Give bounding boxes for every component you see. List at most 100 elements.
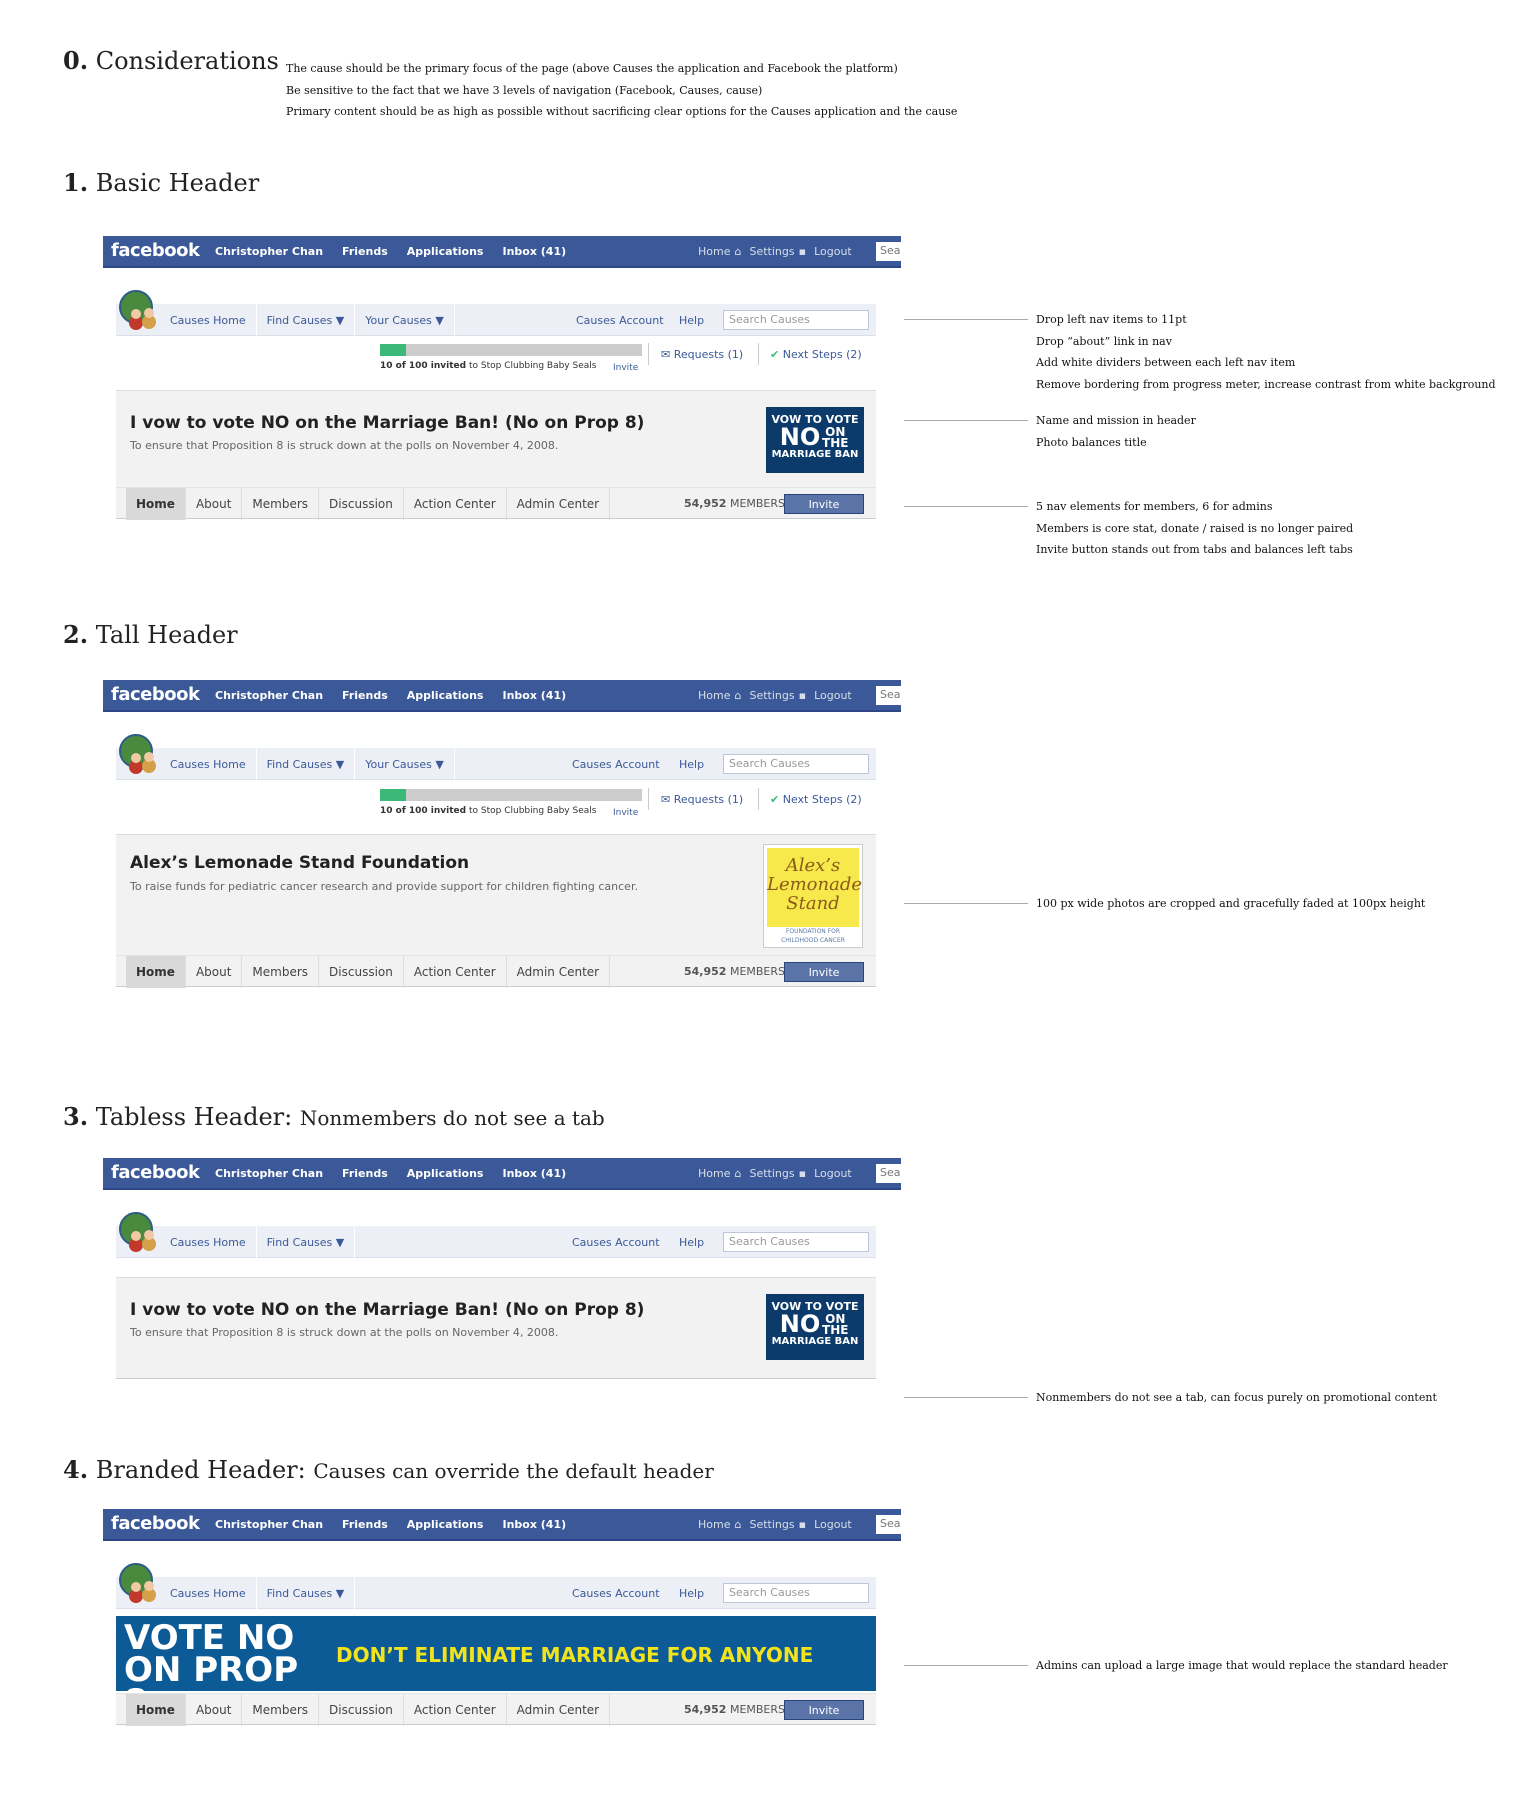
- fb-home-link[interactable]: Home: [698, 1167, 730, 1180]
- tab-about[interactable]: About: [186, 956, 243, 988]
- fb-logout-link[interactable]: Logout: [814, 689, 852, 702]
- fb-friends-link[interactable]: Friends: [342, 689, 388, 702]
- fb-applications-link[interactable]: Applications: [407, 1518, 484, 1531]
- fb-profile-link[interactable]: Christopher Chan: [215, 689, 323, 702]
- requests-label: Requests (1): [673, 348, 744, 361]
- fb-profile-link[interactable]: Christopher Chan: [215, 1167, 323, 1180]
- help-link[interactable]: Help: [679, 314, 704, 327]
- fb-logout-link[interactable]: Logout: [814, 245, 852, 258]
- fb-profile-link[interactable]: Christopher Chan: [215, 245, 323, 258]
- facebook-logo[interactable]: facebook: [111, 1162, 200, 1183]
- fb-home-link[interactable]: Home: [698, 689, 730, 702]
- divider: [648, 343, 649, 365]
- causes-home-link[interactable]: Causes Home: [160, 1577, 257, 1609]
- causes-account-link[interactable]: Causes Account: [572, 758, 660, 771]
- fb-friends-link[interactable]: Friends: [342, 1518, 388, 1531]
- tab-about[interactable]: About: [186, 1694, 243, 1726]
- tab-discussion[interactable]: Discussion: [319, 488, 404, 520]
- fb-search-input[interactable]: Sear: [876, 242, 901, 261]
- fb-applications-link[interactable]: Applications: [407, 245, 484, 258]
- causes-logo-icon[interactable]: [116, 733, 164, 781]
- fb-settings-link[interactable]: Settings: [749, 1167, 794, 1180]
- fb-friends-link[interactable]: Friends: [342, 1167, 388, 1180]
- facebook-bar: facebook Christopher Chan Friends Applic…: [103, 236, 901, 268]
- fb-inbox-link[interactable]: Inbox (41): [502, 1518, 566, 1531]
- tab-action-center[interactable]: Action Center: [404, 488, 507, 520]
- home-icon: ⌂: [734, 1167, 742, 1180]
- fb-search-input[interactable]: Sear: [876, 686, 901, 705]
- annotation: 5 nav elements for members, 6 for admins…: [1036, 496, 1353, 561]
- fb-friends-link[interactable]: Friends: [342, 245, 388, 258]
- tab-discussion[interactable]: Discussion: [319, 956, 404, 988]
- help-link[interactable]: Help: [679, 1236, 704, 1249]
- fb-settings-link[interactable]: Settings: [749, 689, 794, 702]
- fb-profile-link[interactable]: Christopher Chan: [215, 1518, 323, 1531]
- annotation: Name and mission in header Photo balance…: [1036, 410, 1196, 453]
- considerations-list: The cause should be the primary focus of…: [286, 58, 957, 123]
- causes-search-input[interactable]: Search Causes: [723, 310, 869, 330]
- tab-home[interactable]: Home: [126, 956, 186, 988]
- fb-settings-link[interactable]: Settings: [749, 1518, 794, 1531]
- tab-members[interactable]: Members: [242, 488, 320, 520]
- tab-admin-center[interactable]: Admin Center: [507, 488, 611, 520]
- progress-invite-link[interactable]: Invite: [613, 808, 638, 818]
- fb-logout-link[interactable]: Logout: [814, 1167, 852, 1180]
- fb-home-link[interactable]: Home: [698, 245, 730, 258]
- tab-action-center[interactable]: Action Center: [404, 956, 507, 988]
- invite-button[interactable]: Invite: [784, 962, 864, 982]
- invite-button[interactable]: Invite: [784, 1700, 864, 1720]
- tab-admin-center[interactable]: Admin Center: [507, 1694, 611, 1726]
- fb-inbox-link[interactable]: Inbox (41): [502, 689, 566, 702]
- cause-title: I vow to vote NO on the Marriage Ban! (N…: [130, 413, 645, 433]
- causes-logo-icon[interactable]: [116, 1562, 164, 1610]
- causes-account-link[interactable]: Causes Account: [576, 314, 664, 327]
- tab-home[interactable]: Home: [126, 488, 186, 520]
- tab-home[interactable]: Home: [126, 1694, 186, 1726]
- fb-applications-link[interactable]: Applications: [407, 1167, 484, 1180]
- requests-link[interactable]: ✉ Requests (1): [661, 348, 743, 361]
- causes-home-link[interactable]: Causes Home: [160, 1226, 257, 1258]
- requests-link[interactable]: ✉ Requests (1): [661, 793, 743, 806]
- fb-home-link[interactable]: Home: [698, 1518, 730, 1531]
- find-causes-menu[interactable]: Find Causes ▼: [257, 304, 356, 336]
- causes-logo-icon[interactable]: [116, 1211, 164, 1259]
- fb-inbox-link[interactable]: Inbox (41): [502, 245, 566, 258]
- facebook-logo[interactable]: facebook: [111, 240, 200, 261]
- your-causes-menu[interactable]: Your Causes ▼: [355, 304, 455, 336]
- causes-search-input[interactable]: Search Causes: [723, 1583, 869, 1603]
- fb-search-input[interactable]: Sear: [876, 1515, 901, 1534]
- causes-search-input[interactable]: Search Causes: [723, 754, 869, 774]
- help-link[interactable]: Help: [679, 1587, 704, 1600]
- invite-button[interactable]: Invite: [784, 494, 864, 514]
- your-causes-menu[interactable]: Your Causes ▼: [355, 748, 455, 780]
- section-4-heading: 4. Branded Header: Causes can override t…: [63, 1455, 714, 1484]
- your-causes-label: Your Causes: [365, 314, 432, 327]
- tab-about[interactable]: About: [186, 488, 243, 520]
- facebook-logo[interactable]: facebook: [111, 1513, 200, 1534]
- causes-search-input[interactable]: Search Causes: [723, 1232, 869, 1252]
- tab-admin-center[interactable]: Admin Center: [507, 956, 611, 988]
- facebook-logo[interactable]: facebook: [111, 684, 200, 705]
- find-causes-menu[interactable]: Find Causes ▼: [257, 1226, 356, 1258]
- fb-logout-link[interactable]: Logout: [814, 1518, 852, 1531]
- fb-settings-link[interactable]: Settings: [749, 245, 794, 258]
- tab-members[interactable]: Members: [242, 1694, 320, 1726]
- tab-discussion[interactable]: Discussion: [319, 1694, 404, 1726]
- find-causes-menu[interactable]: Find Causes ▼: [257, 748, 356, 780]
- next-steps-link[interactable]: ✔ Next Steps (2): [770, 348, 862, 361]
- progress-bar: [380, 344, 642, 356]
- causes-account-link[interactable]: Causes Account: [572, 1236, 660, 1249]
- find-causes-menu[interactable]: Find Causes ▼: [257, 1577, 356, 1609]
- fb-search-input[interactable]: Sear: [876, 1164, 901, 1183]
- tab-action-center[interactable]: Action Center: [404, 1694, 507, 1726]
- next-steps-link[interactable]: ✔ Next Steps (2): [770, 793, 862, 806]
- causes-home-link[interactable]: Causes Home: [160, 304, 257, 336]
- tab-members[interactable]: Members: [242, 956, 320, 988]
- causes-home-link[interactable]: Causes Home: [160, 748, 257, 780]
- progress-invite-link[interactable]: Invite: [613, 363, 638, 373]
- causes-account-link[interactable]: Causes Account: [572, 1587, 660, 1600]
- help-link[interactable]: Help: [679, 758, 704, 771]
- causes-logo-icon[interactable]: [116, 289, 164, 337]
- fb-applications-link[interactable]: Applications: [407, 689, 484, 702]
- fb-inbox-link[interactable]: Inbox (41): [502, 1167, 566, 1180]
